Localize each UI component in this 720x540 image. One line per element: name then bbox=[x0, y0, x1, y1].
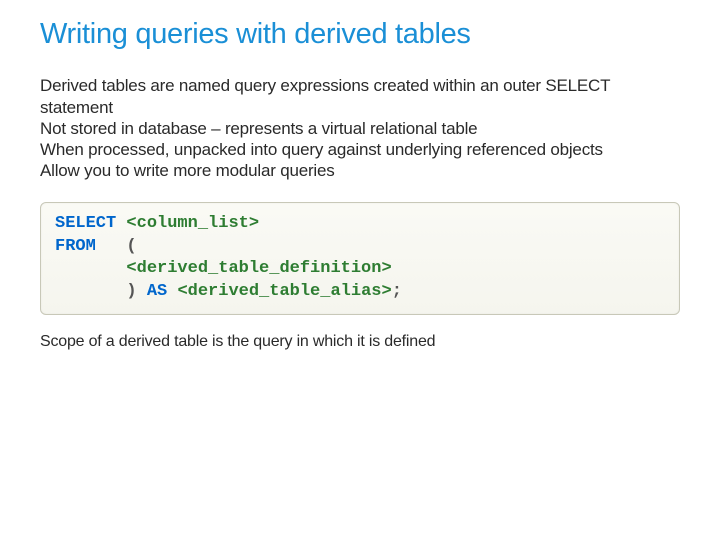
code-line: SELECT <column_list> bbox=[55, 213, 665, 236]
bullet-item: When processed, unpacked into query agai… bbox=[40, 139, 680, 160]
code-line: <derived_table_definition> bbox=[55, 258, 665, 281]
slide-title: Writing queries with derived tables bbox=[40, 18, 680, 51]
code-line: FROM ( bbox=[55, 236, 665, 259]
footer-note: Scope of a derived table is the query in… bbox=[40, 333, 680, 351]
placeholder-column-list: <column_list> bbox=[126, 214, 259, 233]
keyword-select: SELECT bbox=[55, 214, 116, 233]
placeholder-derived-def: <derived_table_definition> bbox=[126, 259, 391, 278]
placeholder-alias: <derived_table_alias> bbox=[177, 282, 391, 301]
bullet-item: Not stored in database – represents a vi… bbox=[40, 118, 680, 139]
paren-close: ) bbox=[126, 282, 136, 301]
semicolon: ; bbox=[392, 282, 402, 301]
code-line: ) AS <derived_table_alias>; bbox=[55, 281, 665, 304]
bullet-list: Derived tables are named query expressio… bbox=[40, 75, 680, 181]
keyword-as: AS bbox=[147, 282, 167, 301]
bullet-item: Derived tables are named query expressio… bbox=[40, 75, 680, 118]
code-block: SELECT <column_list> FROM ( <derived_tab… bbox=[40, 202, 680, 316]
bullet-item: Allow you to write more modular queries bbox=[40, 160, 680, 181]
keyword-from: FROM bbox=[55, 237, 96, 256]
paren-open: ( bbox=[126, 237, 136, 256]
